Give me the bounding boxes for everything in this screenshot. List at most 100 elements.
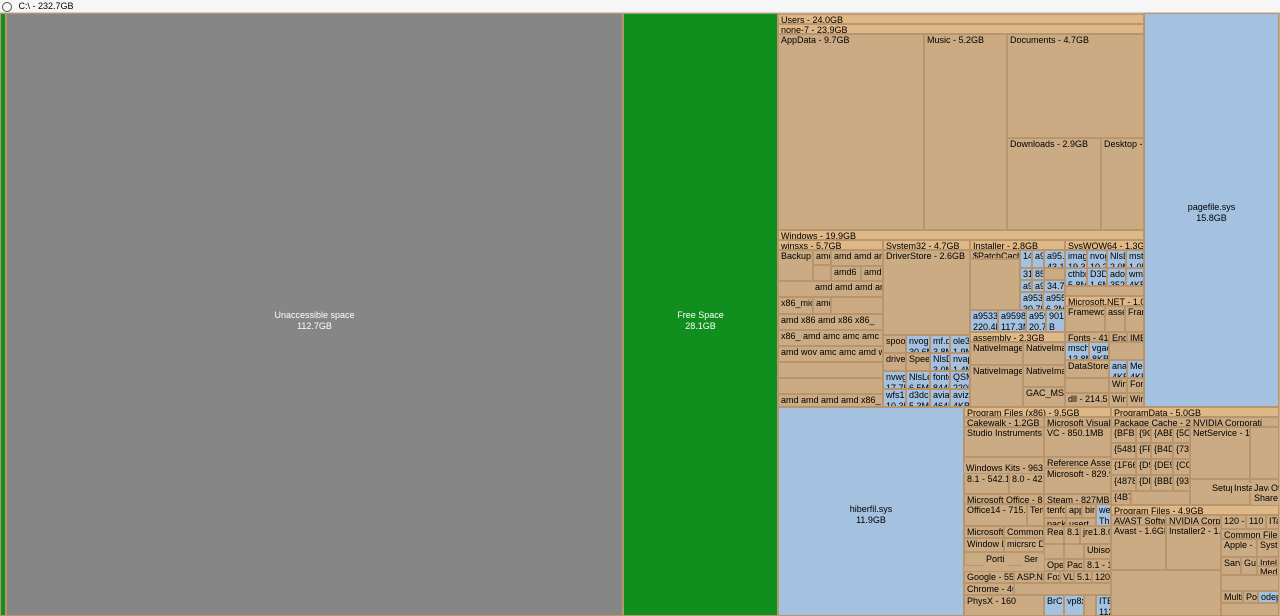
s51[interactable]: 5.1. bbox=[1074, 571, 1092, 583]
physx[interactable]: PhysX - 160 bbox=[964, 595, 1044, 616]
jre18[interactable]: jre1.8.0 bbox=[1080, 526, 1111, 544]
ite112[interactable]: ITE112 bbox=[1096, 595, 1111, 616]
commonfile[interactable]: Common File bbox=[1004, 526, 1044, 538]
netservice[interactable]: NetService - 1.1G bbox=[1190, 427, 1250, 479]
anacc[interactable]: anacc4KB bbox=[1109, 360, 1127, 378]
med[interactable]: Med4KB bbox=[1127, 360, 1144, 378]
windows-header[interactable]: Windows - 19.9GB bbox=[778, 230, 1144, 240]
odepa[interactable]: odepa bbox=[1258, 591, 1279, 603]
nlslex2[interactable]: NlsLex2.0MB bbox=[1107, 250, 1126, 268]
winkits[interactable]: Windows Kits - 963.4MB bbox=[964, 463, 1044, 473]
ser[interactable]: Ser bbox=[1022, 554, 1044, 566]
syst[interactable]: Syst bbox=[1257, 539, 1279, 557]
gap-sw[interactable] bbox=[1065, 286, 1144, 296]
office14[interactable]: Office14 - 715.2MB bbox=[964, 504, 1027, 526]
none7-header[interactable]: none-7 - 23.9GB bbox=[778, 24, 1144, 34]
font-a[interactable]: Font bbox=[1127, 378, 1144, 393]
vc[interactable]: VC - 850.1MB bbox=[1044, 427, 1111, 457]
ita[interactable]: ITa bbox=[1266, 515, 1279, 529]
p9[interactable]: a953d830.7MB bbox=[1020, 292, 1043, 310]
appdata[interactable]: AppData - 9.7GB bbox=[778, 34, 924, 230]
amd-g1[interactable]: amd6 bbox=[831, 266, 861, 281]
vgaoy[interactable]: vgaoy8KB bbox=[1089, 342, 1109, 360]
dll214[interactable]: dll - 214.5MB bbox=[1065, 393, 1109, 407]
chrome[interactable]: Chrome - 460 bbox=[964, 583, 1014, 595]
documents[interactable]: Documents - 4.7GB bbox=[1007, 34, 1144, 138]
fonts-pad2[interactable] bbox=[1065, 378, 1109, 393]
amd6s[interactable]: amd6 bbox=[813, 297, 831, 314]
microsrdgt[interactable]: micrsrc Dgt bbox=[1004, 538, 1044, 552]
java[interactable]: Java bbox=[1252, 483, 1269, 493]
b487[interactable]: {4B7} bbox=[1111, 491, 1131, 505]
installer2[interactable]: Installer2 - 1.30G bbox=[1166, 525, 1221, 570]
avizer[interactable]: avizer4KB bbox=[950, 389, 970, 407]
fonts-pad[interactable] bbox=[1109, 342, 1144, 360]
d3dcs[interactable]: d3dcsx5.3MB bbox=[906, 389, 930, 407]
pagefile[interactable]: pagefile.sys15.8GB bbox=[1144, 13, 1279, 407]
free-space[interactable]: Free Space28.1GB bbox=[623, 13, 778, 616]
wmer[interactable]: wmer4KB bbox=[1126, 268, 1144, 286]
x86-microsw[interactable]: x86_microsw bbox=[778, 297, 813, 314]
p3[interactable]: a95.dc43.1MB bbox=[1044, 250, 1065, 268]
qsmv[interactable]: QSMV220KB bbox=[950, 371, 970, 389]
z73627[interactable]: {73627 bbox=[1173, 443, 1190, 459]
engin[interactable]: Engin bbox=[1109, 332, 1127, 342]
datastore[interactable]: DataStore - 3 bbox=[1065, 360, 1109, 378]
winexpr[interactable]: Window Expr bbox=[964, 538, 1004, 552]
spool[interactable]: spool - bbox=[883, 335, 906, 353]
tem[interactable]: Tem bbox=[1027, 504, 1044, 526]
s120[interactable]: 120 bbox=[1092, 571, 1111, 583]
bin[interactable]: bin bbox=[1082, 504, 1096, 518]
hiberfil[interactable]: hiberfil.sys11.9GB bbox=[778, 407, 964, 616]
amd-g4[interactable] bbox=[778, 378, 883, 394]
images[interactable]: images19.3MB bbox=[1065, 250, 1087, 268]
avast16[interactable]: Avast - 1.6GB bbox=[1111, 525, 1166, 570]
amd6-b[interactable] bbox=[813, 265, 831, 281]
speech[interactable]: Speech bbox=[906, 353, 930, 371]
abb0[interactable]: {ABB0 bbox=[1151, 427, 1173, 443]
pad-pf3[interactable] bbox=[1044, 544, 1064, 559]
p8[interactable]: 34.7MB bbox=[1044, 280, 1065, 292]
mssdk[interactable]: Microsoft SDK bbox=[964, 526, 1004, 538]
mschbl[interactable]: mschbl13.8MB bbox=[1065, 342, 1089, 360]
nvidia2[interactable]: NVIDIA Corporat bbox=[1166, 515, 1221, 525]
apple[interactable]: Apple - 1 bbox=[1221, 539, 1257, 557]
p4[interactable]: 31B bbox=[1020, 268, 1032, 280]
setup[interactable]: Setup bbox=[1210, 483, 1232, 493]
nlsdat[interactable]: NlsDat3.0MB bbox=[930, 353, 950, 371]
drivers[interactable]: drivers bbox=[883, 353, 906, 371]
multip[interactable]: MultiP bbox=[1221, 591, 1243, 603]
packs[interactable]: Packs bbox=[1064, 559, 1084, 571]
vp8x[interactable]: vp8x bbox=[1064, 595, 1084, 616]
b4878[interactable]: {4878} bbox=[1111, 475, 1136, 491]
winds-a[interactable]: Winds bbox=[1109, 378, 1127, 393]
pf-pad3[interactable] bbox=[1221, 603, 1279, 616]
nvoge[interactable]: nvoge10.2MB bbox=[1087, 250, 1107, 268]
nvapea[interactable]: nvapea1.4MB bbox=[950, 353, 970, 371]
music[interactable]: Music - 5.2GB bbox=[924, 34, 1007, 230]
nvoglv[interactable]: nvoglv30.6MB bbox=[906, 335, 930, 353]
f6ff[interactable]: {1F66 bbox=[1111, 459, 1136, 475]
nativeimg-b[interactable]: NativeImage bbox=[1023, 365, 1065, 387]
p5b[interactable] bbox=[1044, 268, 1065, 280]
nv-pad[interactable] bbox=[1250, 427, 1279, 479]
usert[interactable]: usert bbox=[1066, 518, 1096, 526]
google[interactable]: Google - 554.7 bbox=[964, 571, 1014, 583]
nativeimg4[interactable]: NativeImages_v4 bbox=[970, 342, 1023, 365]
nvwgf[interactable]: nvwgf17.7MB bbox=[883, 371, 906, 389]
amd6-a[interactable]: amd6 bbox=[813, 250, 831, 265]
system32-header[interactable]: System32 - 4.7GB bbox=[883, 240, 970, 250]
amd64[interactable]: amd64_ bbox=[861, 266, 883, 281]
b81b[interactable]: 8.1 - 11 bbox=[1084, 559, 1111, 571]
adohc[interactable]: adohc352KB bbox=[1107, 268, 1126, 286]
tenfoo[interactable]: tenfoo bbox=[1044, 504, 1066, 518]
vl[interactable]: VL bbox=[1060, 571, 1074, 583]
bfb515[interactable]: {BFB515 bbox=[1111, 427, 1136, 443]
p11[interactable]: a9533c220.4MB bbox=[970, 310, 998, 332]
cthbrk[interactable]: cthbrk5.8MB bbox=[1065, 268, 1087, 286]
winS[interactable]: WinS bbox=[1109, 393, 1127, 407]
pf-pad[interactable] bbox=[1111, 570, 1221, 616]
install[interactable]: Install bbox=[1232, 483, 1252, 493]
patchcache-body[interactable] bbox=[970, 259, 1020, 310]
x86-row[interactable]: amd x86 amd x86 x86_ bbox=[778, 314, 883, 330]
